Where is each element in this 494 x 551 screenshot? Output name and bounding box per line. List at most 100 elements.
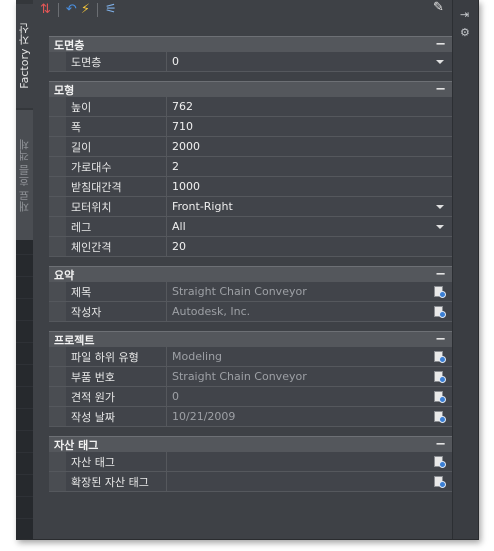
property-value[interactable]: 10/21/2009 bbox=[167, 407, 452, 426]
collapse-icon[interactable]: − bbox=[435, 37, 446, 52]
row-gutter bbox=[49, 177, 66, 196]
row-gutter bbox=[49, 52, 66, 71]
property-name: 받침대간격 bbox=[66, 177, 167, 196]
picker-badge bbox=[439, 395, 446, 403]
field-picker-icon[interactable] bbox=[434, 285, 446, 298]
edit-icon[interactable]: ✎ bbox=[433, 0, 444, 15]
property-row[interactable]: 확장된 자산 태그 bbox=[49, 472, 452, 492]
collapse-icon[interactable]: − bbox=[435, 332, 446, 347]
property-value[interactable]: 1000 bbox=[167, 177, 452, 196]
property-value-text: 1000 bbox=[172, 180, 200, 193]
property-value[interactable]: 2000 bbox=[167, 137, 452, 156]
property-row[interactable]: 파일 하위 유형 Modeling bbox=[49, 347, 452, 367]
row-gutter bbox=[49, 282, 66, 301]
property-row[interactable]: 받침대간격 1000 bbox=[49, 177, 452, 197]
tab-label: 재료 흐름 객체 bbox=[17, 138, 31, 212]
property-value[interactable]: Straight Chain Conveyor bbox=[167, 282, 452, 301]
property-value[interactable]: 762 bbox=[167, 97, 452, 116]
property-name: 체인간격 bbox=[66, 237, 167, 256]
property-value-text: 10/21/2009 bbox=[172, 410, 236, 423]
filter-icon[interactable]: ⚟ bbox=[105, 3, 117, 17]
tab-strip-lines bbox=[16, 240, 33, 539]
property-row[interactable]: 견적 원가 0 bbox=[49, 387, 452, 407]
property-value[interactable]: Straight Chain Conveyor bbox=[167, 367, 452, 386]
property-value[interactable]: 20 bbox=[167, 237, 452, 256]
property-row[interactable]: 가로대수 2 bbox=[49, 157, 452, 177]
property-row[interactable]: 자산 태그 bbox=[49, 452, 452, 472]
property-value[interactable]: 710 bbox=[167, 117, 452, 136]
property-value[interactable]: 0 bbox=[167, 387, 452, 406]
property-row[interactable]: 도면층 0 bbox=[49, 52, 452, 72]
property-value[interactable]: All bbox=[167, 217, 452, 236]
field-picker-icon[interactable] bbox=[434, 370, 446, 383]
property-name: 길이 bbox=[66, 137, 167, 156]
dropdown-arrow-icon[interactable] bbox=[436, 59, 444, 64]
toolbar-separator bbox=[57, 3, 59, 17]
field-picker-icon[interactable] bbox=[434, 390, 446, 403]
row-gutter bbox=[49, 137, 66, 156]
category-header[interactable]: 요약 − bbox=[49, 266, 452, 282]
property-row[interactable]: 부품 번호 Straight Chain Conveyor bbox=[49, 367, 452, 387]
properties-gear-icon[interactable]: ⚙ bbox=[460, 26, 470, 39]
field-picker-icon[interactable] bbox=[434, 455, 446, 468]
property-name: 견적 원가 bbox=[66, 387, 167, 406]
dropdown-arrow-icon[interactable] bbox=[436, 204, 444, 209]
property-value[interactable] bbox=[167, 472, 452, 491]
property-row[interactable]: 길이 2000 bbox=[49, 137, 452, 157]
dropdown-arrow-icon[interactable] bbox=[436, 224, 444, 229]
property-value-text: 762 bbox=[172, 100, 193, 113]
toolbar-separator bbox=[96, 3, 98, 17]
property-row[interactable]: 체인간격 20 bbox=[49, 237, 452, 257]
field-picker-icon[interactable] bbox=[434, 305, 446, 318]
row-gutter bbox=[49, 472, 66, 491]
property-value[interactable]: Front-Right bbox=[167, 197, 452, 216]
property-name: 부품 번호 bbox=[66, 367, 167, 386]
category-header[interactable]: 도면층 − bbox=[49, 36, 452, 52]
property-value[interactable] bbox=[167, 452, 452, 471]
picker-badge bbox=[439, 415, 446, 423]
picker-badge bbox=[439, 460, 446, 468]
palette-toolbar: ⇅ ↶ ⚡ ⚟ ✎ bbox=[33, 0, 452, 20]
property-row[interactable]: 높이 762 bbox=[49, 97, 452, 117]
sort-icon[interactable]: ⇅ bbox=[40, 3, 51, 17]
property-row[interactable]: 레그 All bbox=[49, 217, 452, 237]
property-name: 확장된 자산 태그 bbox=[66, 472, 167, 491]
property-name: 도면층 bbox=[66, 52, 167, 71]
category-header[interactable]: 모형 − bbox=[49, 81, 452, 97]
auto-hide-icon[interactable]: ⇥ bbox=[460, 8, 469, 21]
category-header[interactable]: 프로젝트 − bbox=[49, 331, 452, 347]
property-value[interactable]: 0 bbox=[167, 52, 452, 71]
property-row[interactable]: 모터위치 Front-Right bbox=[49, 197, 452, 217]
row-gutter bbox=[49, 407, 66, 426]
property-name: 높이 bbox=[66, 97, 167, 116]
property-row[interactable]: 작성 날짜 10/21/2009 bbox=[49, 407, 452, 427]
field-picker-icon[interactable] bbox=[434, 410, 446, 423]
property-value[interactable]: Modeling bbox=[167, 347, 452, 366]
property-row[interactable]: 제목 Straight Chain Conveyor bbox=[49, 282, 452, 302]
picker-badge bbox=[439, 375, 446, 383]
property-name: 제목 bbox=[66, 282, 167, 301]
category-title: 자산 태그 bbox=[54, 438, 99, 452]
collapse-icon[interactable]: − bbox=[435, 267, 446, 282]
properties-palette: Factory 자산 재료 흐름 객체 ⇅ ↶ ⚡ ⚟ ✎ ⇥ ⚙ 도면층 − 도면… bbox=[16, 0, 479, 540]
property-row[interactable]: 폭 710 bbox=[49, 117, 452, 137]
field-picker-icon[interactable] bbox=[434, 475, 446, 488]
tab-material-flow-objects[interactable]: 재료 흐름 객체 bbox=[16, 110, 33, 240]
row-gutter bbox=[49, 157, 66, 176]
collapse-icon[interactable]: − bbox=[435, 82, 446, 97]
undo-icon[interactable]: ↶ bbox=[66, 3, 77, 17]
property-value[interactable]: 2 bbox=[167, 157, 452, 176]
tab-factory-assets[interactable]: Factory 자산 bbox=[16, 4, 33, 108]
quick-select-icon[interactable]: ⚡ bbox=[81, 3, 90, 17]
field-picker-icon[interactable] bbox=[434, 350, 446, 363]
property-row[interactable]: 작성자 Autodesk, Inc. bbox=[49, 302, 452, 322]
picker-badge bbox=[439, 310, 446, 318]
category-header[interactable]: 자산 태그 − bbox=[49, 436, 452, 452]
category-title: 프로젝트 bbox=[54, 333, 95, 347]
row-gutter bbox=[49, 347, 66, 366]
property-value[interactable]: Autodesk, Inc. bbox=[167, 302, 452, 321]
row-gutter bbox=[49, 302, 66, 321]
collapse-icon[interactable]: − bbox=[435, 437, 446, 452]
